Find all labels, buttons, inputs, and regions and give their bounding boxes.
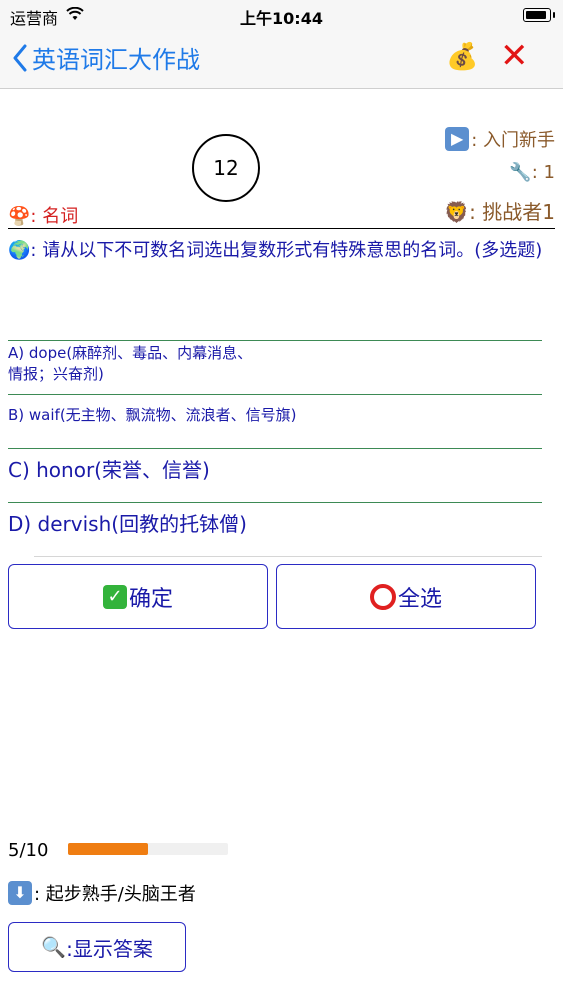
status-bar: 运营商 上午10:44 <box>0 0 563 30</box>
back-label: 英语词汇大作战 <box>32 46 200 74</box>
circle-icon <box>369 583 396 610</box>
progress-bar <box>68 843 228 855</box>
divider <box>34 556 542 557</box>
level-label: : 起步熟手/头脑王者 <box>34 884 196 905</box>
money-bag-icon[interactable]: 💰 <box>446 42 478 72</box>
option-c[interactable]: C) honor(荣誉、信誉) <box>8 457 542 483</box>
countdown-timer: 12 <box>192 134 260 202</box>
battery-icon <box>523 8 555 22</box>
wrench-icon: 🔧 <box>509 162 532 183</box>
tool-indicator: 🔧: 1 <box>509 162 555 183</box>
option-a[interactable]: A) dope(麻醉剂、毒品、内幕消息、 情报；兴奋剂) <box>8 343 542 385</box>
option-d[interactable]: D) dervish(回教的托钵僧) <box>8 511 542 537</box>
check-icon: ✓ <box>102 584 127 609</box>
tool-count: : 1 <box>531 162 555 183</box>
question-label: : 请从以下不可数名词选出复数形式有特殊意思的名词。(多选题) <box>30 240 543 261</box>
level-indicator: ⬇ : 起步熟手/头脑王者 <box>8 880 196 906</box>
lion-icon: 🦁 <box>444 200 470 224</box>
part-of-speech-label: : 名词 <box>30 206 79 227</box>
option-b[interactable]: B) waif(无主物、飘流物、流浪者、信号旗) <box>8 405 542 426</box>
divider <box>8 502 542 503</box>
divider <box>8 340 542 341</box>
part-of-speech: 🍄: 名词 <box>8 202 78 228</box>
mode-label: : 入门新手 <box>471 130 555 151</box>
progress-label: 5/10 <box>8 840 49 861</box>
chevron-left-icon <box>13 44 27 71</box>
play-icon: ▶ <box>445 127 470 151</box>
show-answer-button[interactable]: 🔍:显示答案 <box>8 922 186 972</box>
confirm-label: 确定 <box>128 586 173 612</box>
question-text: 🌍: 请从以下不可数名词选出复数形式有特殊意思的名词。(多选题) <box>8 238 556 263</box>
clock-label: 上午10:44 <box>240 9 323 28</box>
select-all-label: 全选 <box>397 586 442 612</box>
progress-fill <box>68 843 148 855</box>
arrow-down-icon: ⬇ <box>8 881 32 905</box>
magnifier-icon: 🔍 <box>41 935 67 959</box>
select-all-button[interactable]: 全选 <box>276 564 536 629</box>
mushroom-icon: 🍄 <box>8 206 31 227</box>
divider <box>8 448 542 449</box>
mode-indicator: ▶ : 入门新手 <box>445 126 555 152</box>
navigation-bar: 英语词汇大作战 💰 ✕ <box>0 30 563 89</box>
globe-icon: 🌍 <box>8 240 31 261</box>
confirm-button[interactable]: ✓ 确定 <box>8 564 268 629</box>
close-icon[interactable]: ✕ <box>500 36 529 76</box>
divider <box>8 394 542 395</box>
divider <box>8 228 555 229</box>
show-answer-label: :显示答案 <box>66 936 153 961</box>
timer-value: 12 <box>213 156 239 180</box>
challenger-label: : 挑战者1 <box>469 200 555 224</box>
challenger-indicator: 🦁: 挑战者1 <box>444 196 555 225</box>
back-button[interactable]: 英语词汇大作战 <box>12 40 200 75</box>
